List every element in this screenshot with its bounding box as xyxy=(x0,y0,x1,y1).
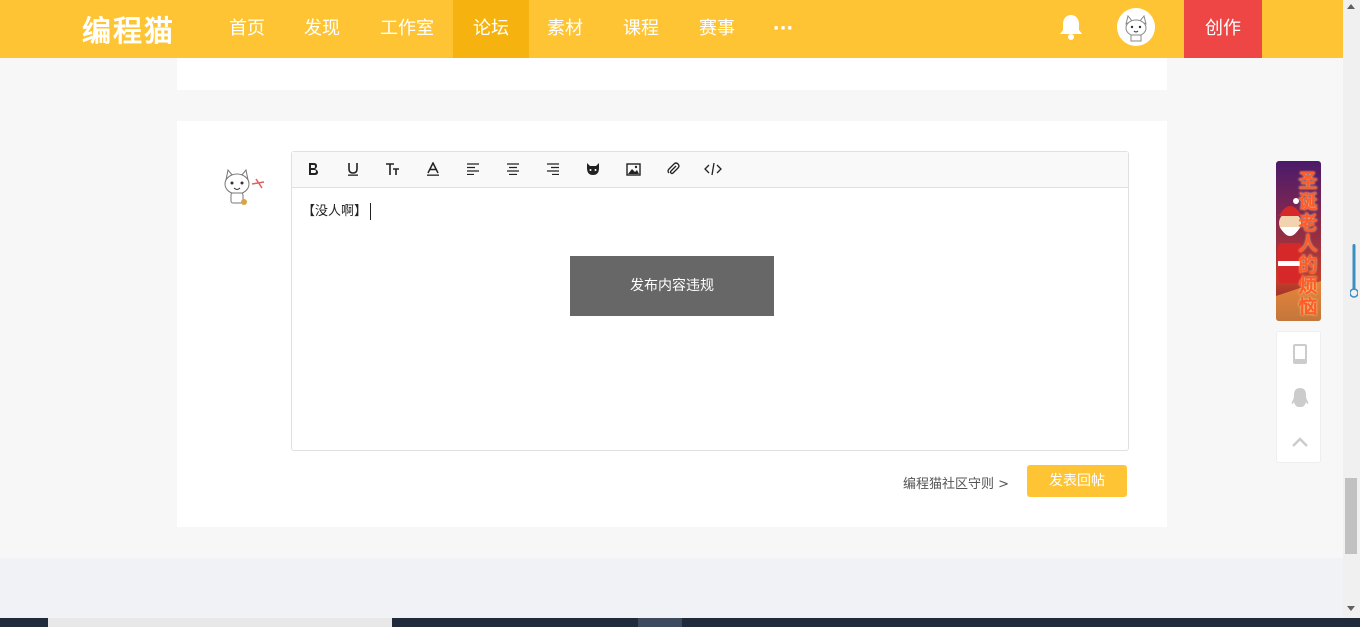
emoji-cat-icon[interactable] xyxy=(583,159,603,179)
nav-item-studio[interactable]: 工作室 xyxy=(368,0,446,58)
editor-text-value: 【没人啊】 xyxy=(302,204,368,219)
scroll-progress-indicator xyxy=(1349,244,1359,298)
user-avatar[interactable] xyxy=(1117,8,1155,46)
cat-avatar-icon xyxy=(224,168,265,205)
align-right-icon[interactable] xyxy=(543,159,563,179)
nav-more-button[interactable]: ··· xyxy=(760,0,806,58)
christmas-promo-banner[interactable]: 圣诞老人的烦恼 xyxy=(1276,161,1321,321)
text-caret xyxy=(370,203,372,220)
underline-icon[interactable] xyxy=(343,159,363,179)
image-icon[interactable] xyxy=(623,159,643,179)
qq-button[interactable] xyxy=(1277,376,1322,420)
brand-logo[interactable]: 编程猫 xyxy=(82,8,175,50)
scroll-thumb[interactable] xyxy=(1345,478,1357,554)
cat-avatar-icon xyxy=(1117,8,1155,46)
editor-toolbar xyxy=(292,152,1128,188)
attachment-icon[interactable] xyxy=(663,159,683,179)
mobile-app-button[interactable] xyxy=(1277,332,1322,376)
font-color-icon[interactable] xyxy=(423,159,443,179)
top-nav: 编程猫 首页 发现 工作室 论坛 素材 课程 赛事 ··· 创作 xyxy=(0,0,1343,58)
create-button[interactable]: 创作 xyxy=(1184,0,1262,58)
community-guidelines-link[interactable]: 编程猫社区守则 > xyxy=(903,473,1009,492)
editor-content[interactable]: 【没人啊】 xyxy=(302,200,372,220)
nav-item-discover[interactable]: 发现 xyxy=(291,0,353,58)
font-size-icon[interactable] xyxy=(383,159,403,179)
qq-penguin-icon xyxy=(1291,388,1308,407)
taskbar-app-item[interactable] xyxy=(638,618,682,627)
nav-item-forum[interactable]: 论坛 xyxy=(453,0,529,58)
os-taskbar xyxy=(0,618,1360,627)
scroll-down-arrow-icon[interactable] xyxy=(1347,606,1355,611)
reply-avatar xyxy=(218,164,268,210)
nav-item-home[interactable]: 首页 xyxy=(216,0,278,58)
page-scrollbar[interactable] xyxy=(1343,0,1360,618)
promo-text: 圣诞老人的烦恼 xyxy=(1298,170,1318,318)
previous-post-card xyxy=(177,58,1167,90)
page-footer-band xyxy=(0,558,1343,618)
align-left-icon[interactable] xyxy=(463,159,483,179)
code-icon[interactable] xyxy=(703,159,723,179)
submit-reply-button[interactable]: 发表回帖 xyxy=(1027,465,1127,497)
nav-item-events[interactable]: 赛事 xyxy=(686,0,748,58)
violation-toast: 发布内容违规 xyxy=(570,256,774,316)
reply-editor: 【没人啊】 发布内容违规 xyxy=(291,151,1129,451)
nav-item-materials[interactable]: 素材 xyxy=(534,0,596,58)
bold-icon[interactable] xyxy=(303,159,323,179)
align-center-icon[interactable] xyxy=(503,159,523,179)
side-toolbar xyxy=(1276,331,1321,463)
nav-item-courses[interactable]: 课程 xyxy=(610,0,672,58)
chevron-up-icon xyxy=(1291,437,1308,447)
taskbar-window-item[interactable] xyxy=(48,618,392,627)
back-to-top-button[interactable] xyxy=(1277,420,1322,464)
bell-icon[interactable] xyxy=(1058,13,1084,41)
phone-icon xyxy=(1292,344,1307,364)
scroll-up-arrow-icon[interactable] xyxy=(1347,4,1355,9)
